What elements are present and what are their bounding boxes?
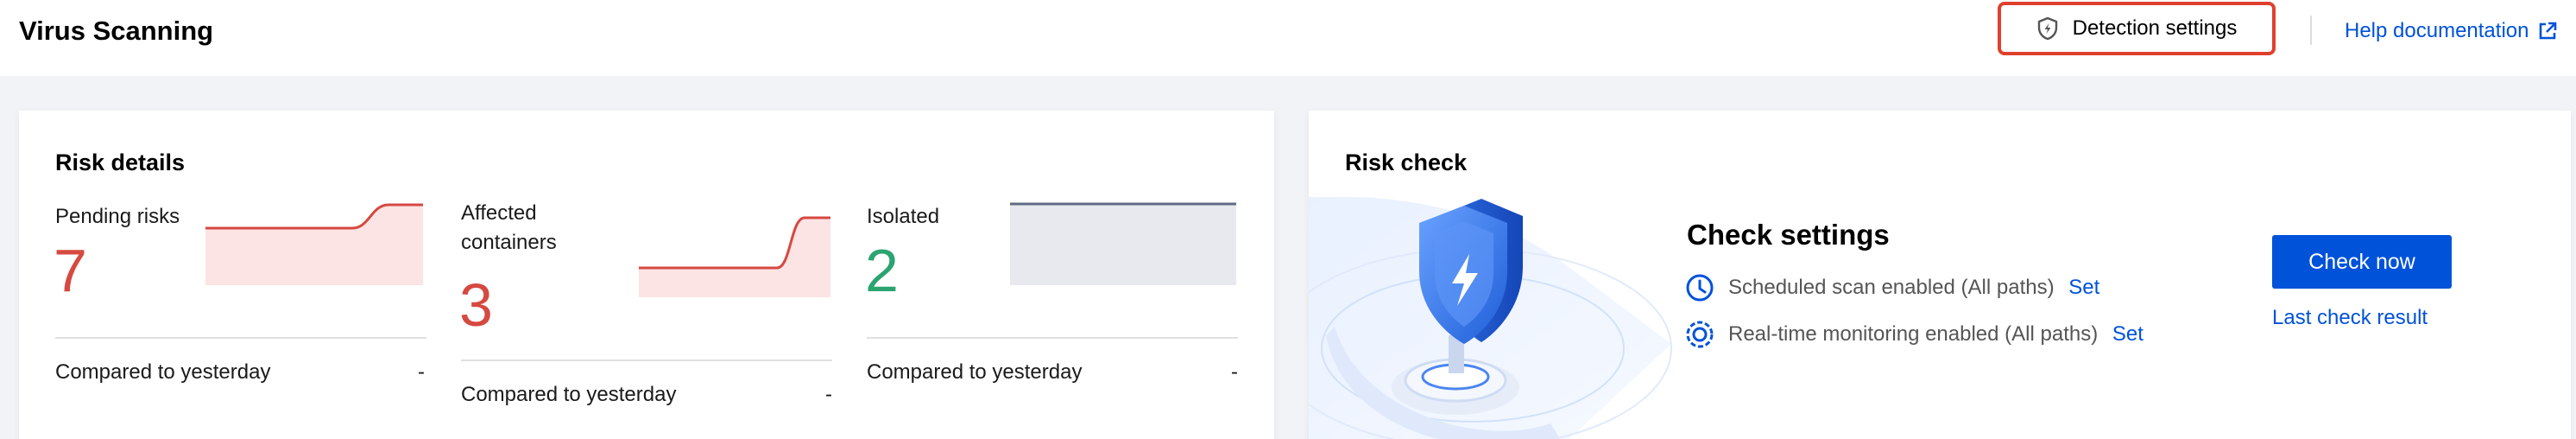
pending-risks-compare-value: - — [418, 360, 425, 384]
isolated-label: Isolated — [867, 205, 940, 228]
risk-check-title: Risk check — [1345, 150, 1468, 175]
page-header: Virus Scanning Detection settings Help d… — [0, 0, 2576, 76]
affected-containers-compare-label: Compared to yesterday — [461, 383, 677, 406]
affected-containers-value: 3 — [459, 271, 493, 339]
affected-containers-trend — [639, 216, 830, 297]
shield-illustration — [1309, 197, 1672, 439]
risk-check-card: Risk check Check settings Scheduled scan… — [1309, 111, 2571, 439]
affected-containers-compare-value: - — [825, 383, 832, 406]
header-divider — [2310, 16, 2312, 45]
risk-details-title: Risk details — [55, 150, 186, 175]
detection-settings-button[interactable]: Detection settings — [1998, 2, 2276, 55]
shield-icon — [2037, 16, 2057, 41]
scheduled-scan-text: Scheduled scan enabled (All paths) — [1728, 276, 2055, 299]
pending-risks-label: Pending risks — [55, 205, 180, 228]
affected-containers-divider — [461, 359, 832, 361]
clock-icon — [1686, 274, 1714, 302]
scheduled-scan-row: Scheduled scan enabled (All paths) Set — [1685, 273, 2099, 302]
realtime-monitoring-set-link[interactable]: Set — [2112, 322, 2144, 346]
isolated-trend — [1010, 202, 1236, 285]
page-title: Virus Scanning — [19, 16, 214, 46]
isolated-compare-label: Compared to yesterday — [867, 360, 1083, 384]
check-settings-title: Check settings — [1687, 219, 1890, 251]
realtime-monitoring-row: Real-time monitoring enabled (All paths)… — [1685, 320, 2144, 349]
pending-risks-trend — [205, 203, 423, 285]
pending-risks-value: 7 — [54, 237, 87, 304]
realtime-monitoring-text: Real-time monitoring enabled (All paths) — [1728, 322, 2099, 346]
isolated-value: 2 — [865, 237, 899, 304]
help-documentation-label: Help documentation — [2345, 19, 2529, 42]
isolated-compare-value: - — [1231, 360, 1238, 384]
affected-containers-label: Affected containers — [461, 201, 557, 254]
last-check-result-link[interactable]: Last check result — [2272, 306, 2428, 330]
external-link-icon — [2540, 22, 2557, 40]
monitoring-icon — [1686, 321, 1714, 348]
check-now-button[interactable]: Check now — [2272, 235, 2452, 289]
isolated-divider — [867, 337, 1238, 339]
risk-details-card: Risk details Pending risks 7 Compared to… — [19, 111, 1274, 439]
pending-risks-compare-label: Compared to yesterday — [55, 360, 271, 384]
pending-risks-divider — [55, 337, 426, 339]
detection-settings-label: Detection settings — [2072, 16, 2238, 40]
scheduled-scan-set-link[interactable]: Set — [2068, 276, 2099, 299]
help-documentation-link[interactable]: Help documentation — [2345, 19, 2558, 43]
